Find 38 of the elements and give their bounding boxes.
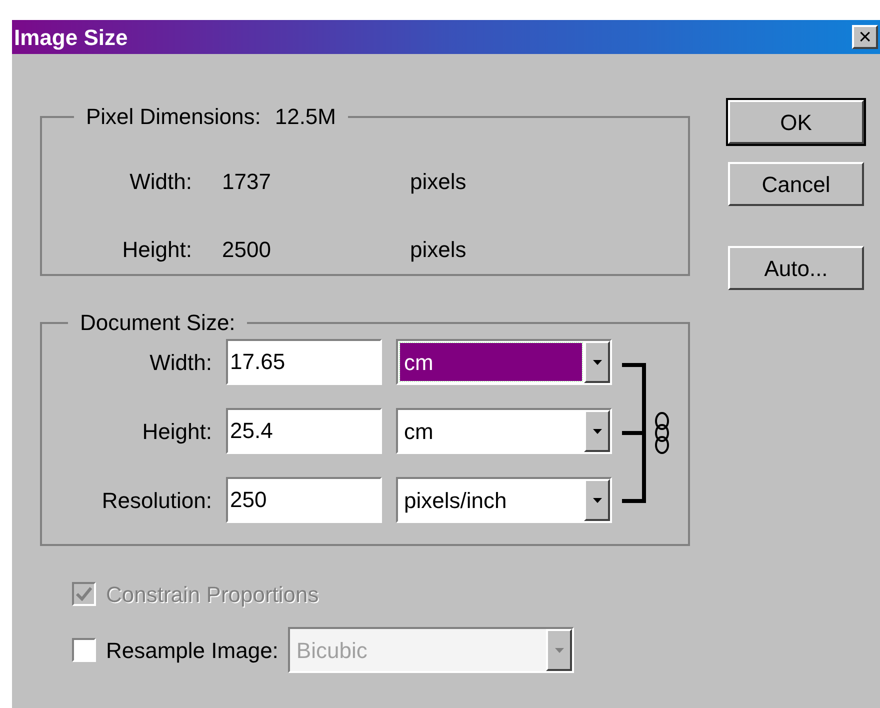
field-label: Height: <box>121 236 192 264</box>
pixel-size-value: 12.5M <box>274 103 336 131</box>
pixel-value: 1737 <box>222 168 272 196</box>
caret-icon <box>554 648 564 652</box>
dropdown-arrow-button[interactable] <box>584 410 610 452</box>
checkbox-label: Constrain Proportions <box>106 580 319 609</box>
pixel-value: 2500 <box>222 236 272 264</box>
unit-label: pixels <box>410 236 466 264</box>
checkbox[interactable] <box>72 638 96 662</box>
dropdown-value: pixels/inch <box>403 486 508 515</box>
group-label: Pixel Dimensions: <box>86 103 261 131</box>
check-icon <box>76 587 92 601</box>
dialog-button[interactable]: OK <box>728 100 864 144</box>
unit-label: pixels <box>410 168 466 196</box>
field-label: Height: <box>141 418 212 446</box>
dialog-button[interactable]: Auto... <box>728 246 864 290</box>
close-button[interactable]: × <box>852 25 878 49</box>
input-field[interactable]: 25.4 <box>226 408 382 454</box>
input-field[interactable]: 250 <box>226 477 382 523</box>
field-label: Resolution: <box>100 486 212 514</box>
window-title: Image Size <box>14 24 128 52</box>
dropdown-arrow-button[interactable] <box>584 341 610 383</box>
unit-dropdown[interactable]: cm <box>396 408 612 454</box>
dropdown-value: Bicubic <box>295 636 368 664</box>
unit-dropdown[interactable]: cm <box>396 339 612 385</box>
dropdown-arrow-button[interactable] <box>584 479 610 521</box>
dropdown-value: cm <box>403 418 434 446</box>
group-label: Document Size: <box>80 310 236 335</box>
caret-icon <box>592 498 602 502</box>
dialog-button[interactable]: Cancel <box>728 162 864 206</box>
field-label: Width: <box>148 348 212 376</box>
caret-icon <box>592 428 602 434</box>
field-label: Width: <box>128 168 192 196</box>
caret-icon <box>592 360 602 364</box>
checkbox-label: Resample Image: <box>106 636 278 665</box>
unit-dropdown[interactable]: pixels/inch <box>396 477 612 523</box>
dropdown-value: cm <box>400 343 582 381</box>
input-field[interactable]: 17.65 <box>226 339 382 385</box>
